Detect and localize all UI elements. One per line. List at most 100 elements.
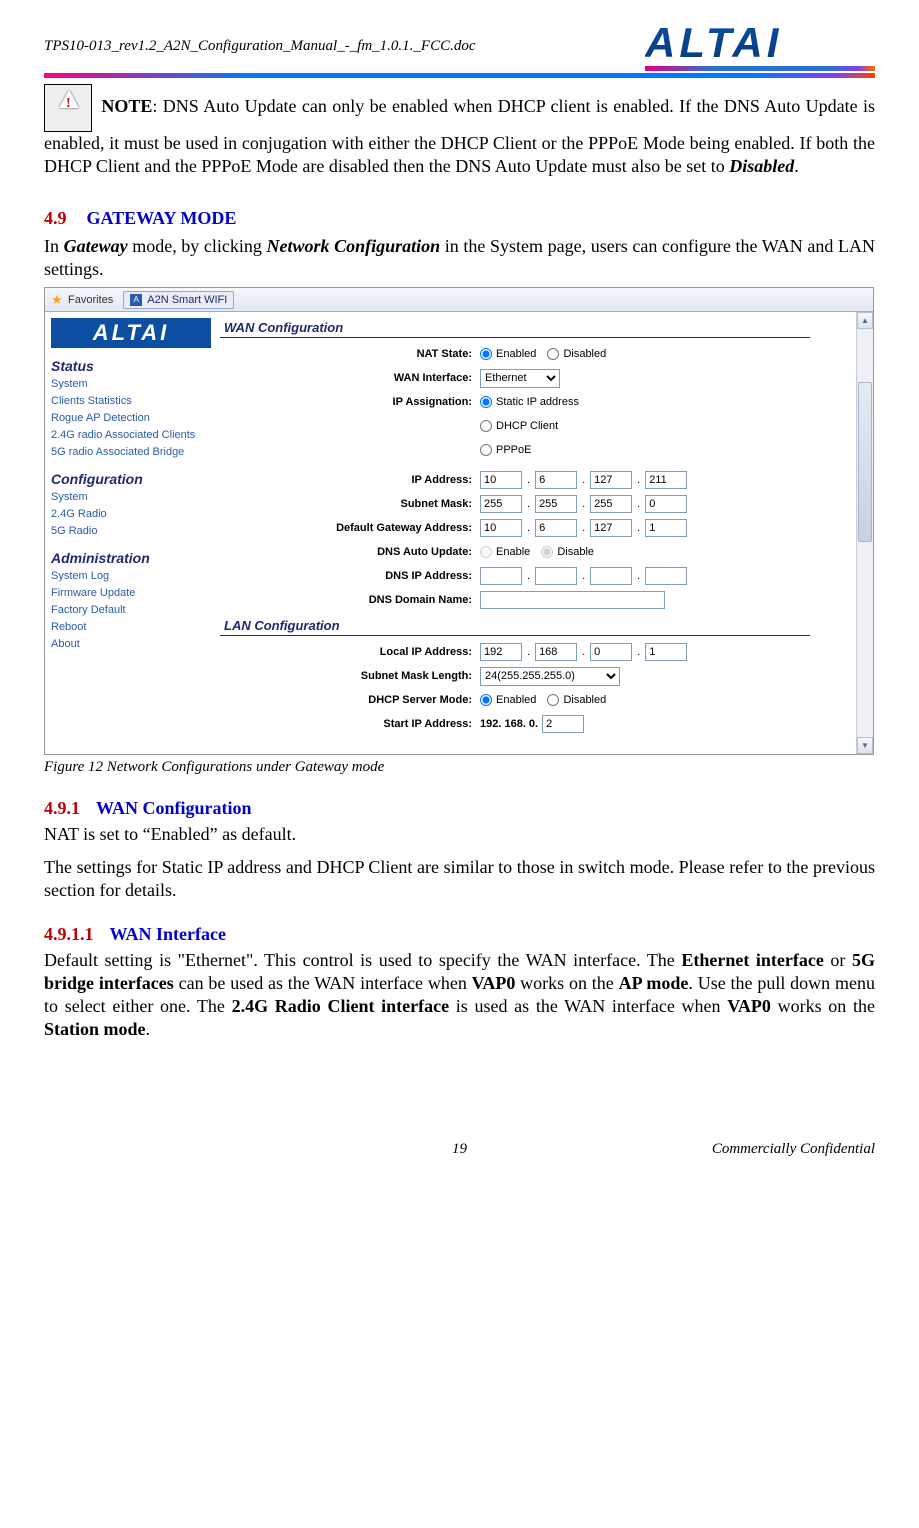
confidentiality-label: Commercially Confidential: [675, 1141, 875, 1158]
sidebar-item-5g-bridge[interactable]: 5G radio Associated Bridge: [51, 444, 220, 461]
gw-octet-2[interactable]: [535, 519, 577, 537]
subnet-octet-3[interactable]: [590, 495, 632, 513]
dns-ip-3[interactable]: [590, 567, 632, 585]
sidebar-item-rogue-ap[interactable]: Rogue AP Detection: [51, 410, 220, 427]
ip-octet-3[interactable]: [590, 471, 632, 489]
wan-interface-select[interactable]: Ethernet: [480, 369, 560, 388]
sidebar-item-about[interactable]: About: [51, 636, 220, 653]
nat-state-label: NAT State:: [220, 348, 480, 360]
nat-enabled-radio[interactable]: [480, 348, 492, 360]
subnet-octet-2[interactable]: [535, 495, 577, 513]
sidebar-item-5g-radio[interactable]: 5G Radio: [51, 523, 220, 540]
sidebar-item-factory-default[interactable]: Factory Default: [51, 602, 220, 619]
sidebar-heading-administration: Administration: [51, 550, 220, 566]
section-4-9-1-p1: NAT is set to “Enabled” as default.: [44, 823, 875, 846]
section-4-9-1-p2: The settings for Static IP address and D…: [44, 856, 875, 902]
figure-caption: Figure 12 Network Configurations under G…: [44, 759, 875, 776]
gw-octet-1[interactable]: [480, 519, 522, 537]
sidebar: ALTAI Status System Clients Statistics R…: [45, 312, 220, 754]
dns-ip-2[interactable]: [535, 567, 577, 585]
subsubsection-title: WAN Interface: [110, 924, 226, 944]
main-panel: WAN Configuration NAT State: Enabled Dis…: [220, 312, 856, 754]
subsection-title: WAN Configuration: [96, 798, 252, 818]
star-icon: ★: [49, 292, 65, 308]
dhcp-server-enabled-text: Enabled: [496, 694, 536, 706]
gateway-label: Default Gateway Address:: [220, 522, 480, 534]
dns-disable-radio[interactable]: [541, 546, 553, 558]
ip-octet-2[interactable]: [535, 471, 577, 489]
note-paragraph: NOTE: DNS Auto Update can only be enable…: [44, 84, 875, 178]
sidebar-heading-status: Status: [51, 358, 220, 374]
sidebar-item-config-system[interactable]: System: [51, 489, 220, 506]
subnet-mask-label: Subnet Mask:: [220, 498, 480, 510]
section-4-9-1-heading: 4.9.1 WAN Configuration: [44, 798, 875, 819]
truncated-row: [220, 736, 856, 750]
ip-octet-1[interactable]: [480, 471, 522, 489]
dhcp-server-enabled-radio[interactable]: [480, 694, 492, 706]
local-ip-label: Local IP Address:: [220, 646, 480, 658]
sidebar-heading-configuration: Configuration: [51, 471, 220, 487]
note-period: .: [794, 156, 799, 176]
dns-ip-1[interactable]: [480, 567, 522, 585]
sidebar-item-reboot[interactable]: Reboot: [51, 619, 220, 636]
pppoe-text: PPPoE: [496, 444, 531, 456]
page-number: 19: [244, 1141, 675, 1158]
local-ip-1[interactable]: [480, 643, 522, 661]
favorites-bar: ★ Favorites A A2N Smart WIFI: [45, 288, 873, 312]
dns-ip-label: DNS IP Address:: [220, 570, 480, 582]
section-title: GATEWAY MODE: [87, 208, 237, 228]
wan-config-heading: WAN Configuration: [220, 318, 810, 338]
document-id: TPS10-013_rev1.2_A2N_Configuration_Manua…: [44, 38, 476, 55]
sidebar-item-firmware-update[interactable]: Firmware Update: [51, 585, 220, 602]
sidebar-item-24g-clients[interactable]: 2.4G radio Associated Clients: [51, 427, 220, 444]
dns-domain-label: DNS Domain Name:: [220, 594, 480, 606]
favorites-label: Favorites: [68, 294, 113, 306]
embedded-screenshot: ★ Favorites A A2N Smart WIFI ALTAI Statu…: [44, 287, 874, 755]
scrollbar[interactable]: ▲ ▼: [856, 312, 873, 754]
sidebar-item-system[interactable]: System: [51, 376, 220, 393]
dhcp-server-disabled-radio[interactable]: [547, 694, 559, 706]
sidebar-item-24g-radio[interactable]: 2.4G Radio: [51, 506, 220, 523]
ip-address-label: IP Address:: [220, 474, 480, 486]
sidebar-item-clients-statistics[interactable]: Clients Statistics: [51, 393, 220, 410]
dhcp-server-disabled-text: Disabled: [563, 694, 606, 706]
gw-octet-4[interactable]: [645, 519, 687, 537]
local-ip-3[interactable]: [590, 643, 632, 661]
dns-domain-input[interactable]: [480, 591, 665, 609]
pppoe-radio[interactable]: [480, 444, 492, 456]
nat-disabled-text: Disabled: [563, 348, 606, 360]
altai-logo: ALTAI: [645, 22, 875, 71]
dns-enable-text: Enable: [496, 546, 530, 558]
scroll-up-icon[interactable]: ▲: [857, 312, 873, 329]
static-ip-text: Static IP address: [496, 396, 579, 408]
static-ip-radio[interactable]: [480, 396, 492, 408]
dns-ip-4[interactable]: [645, 567, 687, 585]
sidebar-item-system-log[interactable]: System Log: [51, 568, 220, 585]
nat-disabled-radio[interactable]: [547, 348, 559, 360]
section-number: 4.9: [44, 208, 67, 228]
subnet-octet-1[interactable]: [480, 495, 522, 513]
header-divider: [44, 73, 875, 78]
local-ip-4[interactable]: [645, 643, 687, 661]
note-disabled-word: Disabled: [729, 156, 794, 176]
dns-auto-label: DNS Auto Update:: [220, 546, 480, 558]
local-ip-2[interactable]: [535, 643, 577, 661]
subnet-octet-4[interactable]: [645, 495, 687, 513]
nat-enabled-text: Enabled: [496, 348, 536, 360]
scroll-thumb[interactable]: [858, 382, 872, 542]
ip-assignation-label: IP Assignation:: [220, 396, 480, 408]
start-ip-label: Start IP Address:: [220, 718, 480, 730]
lan-config-heading: LAN Configuration: [220, 616, 810, 636]
subnet-mask-length-select[interactable]: 24(255.255.255.0): [480, 667, 620, 686]
ip-octet-4[interactable]: [645, 471, 687, 489]
dhcp-client-radio[interactable]: [480, 420, 492, 432]
browser-tab[interactable]: A A2N Smart WIFI: [123, 291, 234, 309]
subnet-mask-length-label: Subnet Mask Length:: [220, 670, 480, 682]
section-4-9-1-1-body: Default setting is "Ethernet". This cont…: [44, 949, 875, 1041]
scroll-down-icon[interactable]: ▼: [857, 737, 873, 754]
tab-title: A2N Smart WIFI: [147, 294, 227, 306]
dhcp-server-mode-label: DHCP Server Mode:: [220, 694, 480, 706]
gw-octet-3[interactable]: [590, 519, 632, 537]
dns-enable-radio[interactable]: [480, 546, 492, 558]
start-ip-last-octet[interactable]: [542, 715, 584, 733]
